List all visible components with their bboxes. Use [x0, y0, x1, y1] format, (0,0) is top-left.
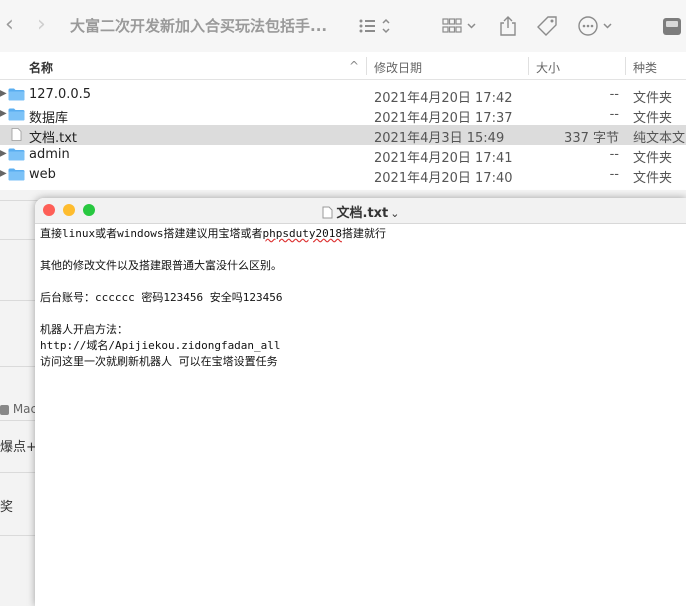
finder-toolbar: ‹ › 大富二次开发新加入合买玩法包括手... — [0, 0, 686, 52]
file-name: admin — [29, 147, 70, 162]
file-name: 127.0.0.5 — [29, 87, 92, 102]
text-file-icon — [11, 128, 22, 141]
column-size[interactable]: 大小 — [536, 59, 560, 76]
divider — [0, 300, 40, 301]
text-line-content: 搭建就行 — [341, 227, 386, 240]
folder-title: 大富二次开发新加入合买玩法包括手... — [70, 17, 328, 35]
list-view-button[interactable] — [358, 14, 392, 38]
background-text-fragment: 奖 — [0, 500, 14, 515]
file-kind: 文件夹 — [633, 151, 673, 166]
text-line: 机器人开启方法： — [40, 323, 128, 336]
file-size: -- — [609, 147, 619, 162]
forward-button[interactable]: › — [37, 14, 46, 36]
disclosure-triangle-icon[interactable]: ▶ — [0, 108, 7, 119]
app-thumbnail-button[interactable] — [661, 14, 683, 38]
text-line — [40, 274, 386, 290]
textedit-titlebar[interactable]: 文档.txt ⌄ — [35, 198, 686, 224]
column-divider[interactable] — [625, 57, 626, 75]
text-editor-body[interactable]: 直接linux或者windows搭建建议用宝塔或者phpsduty2018搭建就… — [40, 226, 386, 370]
disclosure-triangle-icon[interactable]: ▶ — [0, 88, 7, 99]
divider — [0, 420, 40, 421]
file-name: 数据库 — [29, 111, 69, 126]
text-line — [40, 242, 386, 258]
file-date: 2021年4月20日 17:37 — [374, 111, 513, 126]
text-line: 直接linux或者windows搭建建议用宝塔或者phpsduty2018搭建就… — [40, 226, 386, 242]
text-line: http://域名/Apijiekou.zidongfadan_all — [40, 339, 281, 352]
tag-icon — [537, 16, 557, 36]
column-date[interactable]: 修改日期 — [374, 59, 422, 76]
ellipsis-circle-icon — [578, 16, 612, 36]
file-row[interactable]: 文档.txt 2021年4月3日 15:49 337 字节 纯文本文 — [0, 125, 686, 146]
column-header: 名称 ^ 修改日期 大小 种类 — [0, 53, 686, 80]
column-divider[interactable] — [366, 57, 367, 75]
file-kind: 文件夹 — [633, 111, 673, 126]
title-chevron-icon: ⌄ — [390, 207, 400, 220]
list-view-icon — [359, 18, 390, 34]
divider — [0, 535, 40, 536]
file-size: -- — [609, 167, 619, 182]
file-kind: 纯文本文 — [633, 131, 686, 146]
group-button[interactable] — [442, 14, 478, 38]
text-line: 后台账号：cccccc 密码123456 安全吗123456 — [40, 291, 283, 304]
divider — [0, 239, 40, 240]
app-thumbnail-icon — [663, 18, 681, 35]
misspelled-word: phpsduty2018 — [262, 227, 342, 240]
divider — [0, 472, 40, 473]
file-row[interactable]: ▶ web 2021年4月20日 17:40 -- 文件夹 — [0, 165, 686, 186]
file-name: web — [29, 167, 56, 182]
sort-chevron-icon[interactable]: ^ — [349, 59, 359, 73]
folder-icon — [8, 168, 25, 181]
file-size: 337 字节 — [564, 131, 619, 146]
file-date: 2021年4月20日 17:42 — [374, 91, 513, 106]
folder-icon — [8, 108, 25, 121]
text-line: 其他的修改文件以及搭建跟普通大富没什么区别。 — [40, 259, 282, 272]
document-title-label: 文档.txt — [336, 206, 389, 221]
file-name: 文档.txt — [29, 131, 78, 146]
file-row[interactable]: ▶ admin 2021年4月20日 17:41 -- 文件夹 — [0, 145, 686, 166]
file-list: ▶ 127.0.0.5 2021年4月20日 17:42 -- 文件夹 ▶ 数据库 2021年… — [0, 85, 686, 186]
file-size: -- — [609, 107, 619, 122]
share-icon — [500, 16, 516, 36]
column-name[interactable]: 名称 — [29, 59, 53, 76]
file-kind: 文件夹 — [633, 171, 673, 186]
sidebar-mac-label: Mac — [12, 402, 38, 416]
tags-button[interactable] — [536, 14, 558, 38]
document-icon — [322, 206, 332, 219]
textedit-window: 文档.txt ⌄ 直接linux或者windows搭建建议用宝塔或者phpsdut… — [35, 198, 686, 606]
divider — [0, 366, 40, 367]
grid-group-icon — [442, 18, 476, 33]
divider — [0, 200, 40, 201]
document-title[interactable]: 文档.txt ⌄ — [35, 202, 686, 221]
file-date: 2021年4月3日 15:49 — [374, 131, 505, 146]
file-date: 2021年4月20日 17:40 — [374, 171, 513, 186]
disclosure-triangle-icon[interactable]: ▶ — [0, 148, 7, 159]
folder-icon — [8, 88, 25, 101]
file-row[interactable]: ▶ 127.0.0.5 2021年4月20日 17:42 -- 文件夹 — [0, 85, 686, 106]
text-line-content: 直接linux或者windows搭建建议用宝塔或者 — [40, 227, 263, 240]
file-size: -- — [609, 87, 619, 102]
sidebar-mac-item[interactable]: Mac — [0, 402, 37, 416]
drive-icon — [0, 404, 9, 415]
file-date: 2021年4月20日 17:41 — [374, 151, 513, 166]
share-button[interactable] — [498, 14, 518, 38]
column-divider[interactable] — [528, 57, 529, 75]
file-kind: 文件夹 — [633, 91, 673, 106]
text-line — [40, 306, 386, 322]
more-actions-button[interactable] — [577, 14, 615, 38]
folder-icon — [8, 148, 25, 161]
back-button[interactable]: ‹ — [5, 14, 14, 36]
disclosure-triangle-icon[interactable]: ▶ — [0, 168, 7, 179]
file-row[interactable]: ▶ 数据库 2021年4月20日 17:37 -- 文件夹 — [0, 105, 686, 126]
text-line: 访问这里一次就刷新机器人 可以在宝塔设置任务 — [40, 355, 278, 368]
column-kind[interactable]: 种类 — [633, 59, 657, 76]
